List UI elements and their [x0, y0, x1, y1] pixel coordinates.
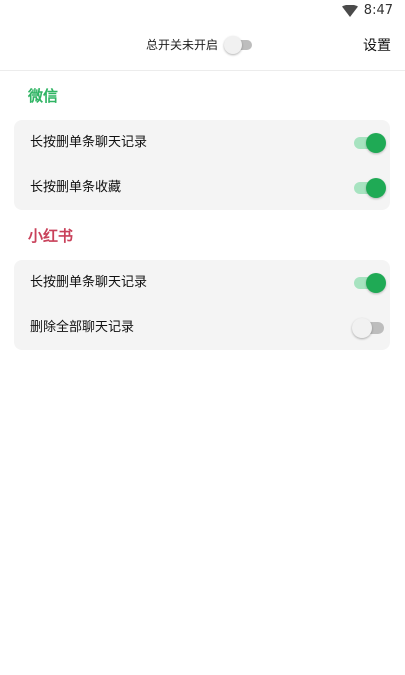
row-label: 长按删单条聊天记录 [30, 274, 148, 290]
section-title-xiaohongshu: 小红书 [28, 227, 74, 245]
row-label: 长按删单条聊天记录 [30, 134, 148, 150]
status-right: 8:47 [341, 3, 393, 19]
toggle-knob [366, 132, 386, 153]
list-item: 删除全部聊天记录 [14, 305, 390, 350]
status-time: 8:47 [363, 3, 393, 18]
list-item: 长按删单条聊天记录 [14, 120, 390, 165]
row-label: 删除全部聊天记录 [30, 319, 135, 335]
row-label: 长按删单条收藏 [30, 179, 122, 195]
list-item: 长按删单条收藏 [14, 165, 390, 210]
toggle-knob [366, 272, 386, 293]
status-bar: 8:47 [0, 0, 405, 24]
option-toggle[interactable] [352, 272, 386, 294]
master-switch-toggle[interactable] [224, 36, 254, 54]
option-toggle[interactable] [352, 132, 386, 154]
settings-button[interactable]: 设置 [363, 36, 391, 56]
section-title-wechat: 微信 [28, 87, 59, 105]
option-toggle[interactable] [352, 177, 386, 199]
master-switch-label: 总开关未开启 [146, 38, 219, 52]
wifi-icon [341, 5, 358, 17]
toggle-knob [224, 36, 243, 54]
app-screen: 8:47 总开关未开启 设置 微信 长按删单条聊天记录 长按删单条收藏 小红书 … [0, 0, 405, 675]
toggle-knob [366, 177, 386, 198]
toggle-knob [352, 317, 372, 338]
xiaohongshu-card: 长按删单条聊天记录 删除全部聊天记录 [14, 260, 390, 350]
list-item: 长按删单条聊天记录 [14, 260, 390, 305]
master-switch: 总开关未开启 [146, 36, 254, 54]
header: 总开关未开启 设置 [0, 24, 405, 71]
wechat-card: 长按删单条聊天记录 长按删单条收藏 [14, 120, 390, 210]
option-toggle[interactable] [352, 317, 386, 339]
